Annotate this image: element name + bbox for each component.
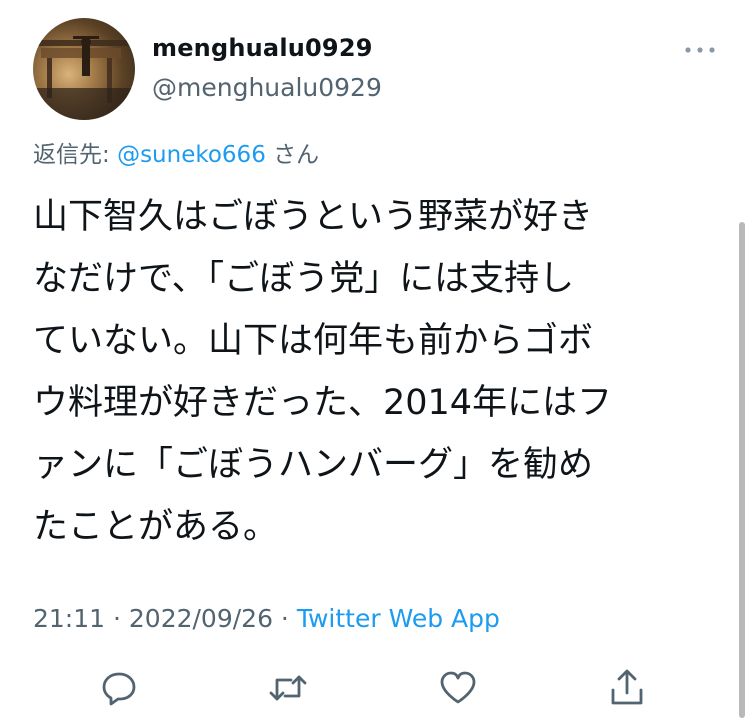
display-name[interactable]: menghualu0929	[152, 34, 373, 62]
avatar-photo-icon	[33, 36, 135, 120]
reply-to-prefix: 返信先:	[33, 142, 118, 168]
tweet-time: 21:11	[33, 604, 106, 633]
more-icon	[685, 47, 715, 53]
retweet-button[interactable]	[268, 668, 308, 708]
avatar[interactable]	[33, 18, 135, 120]
meta-separator-2: ·	[272, 604, 297, 633]
meta-separator: ·	[105, 604, 129, 633]
divider	[0, 658, 750, 659]
retweet-icon	[269, 675, 307, 701]
more-button[interactable]	[683, 38, 717, 62]
tweet-meta: 21:11 · 2022/09/26 · Twitter Web App	[33, 604, 500, 633]
reply-button[interactable]	[99, 668, 139, 708]
share-icon	[611, 669, 643, 705]
reply-to-line: 返信先: @suneko666 さん	[33, 135, 319, 169]
reply-to-mention[interactable]: @suneko666	[117, 142, 266, 168]
tweet-source-link[interactable]: Twitter Web App	[297, 604, 500, 633]
reply-icon	[102, 672, 136, 706]
share-button[interactable]	[607, 668, 647, 708]
tweet-text: 山下智久はごぼうという野菜が好き なだけで、「ごぼう党」には支持し ていない。山…	[33, 197, 613, 547]
tweet-date: 2022/09/26	[128, 604, 273, 633]
like-button[interactable]	[438, 668, 478, 708]
handle[interactable]: @menghualu0929	[152, 73, 382, 102]
scrollbar[interactable]	[739, 222, 745, 718]
like-icon	[440, 671, 476, 704]
reply-to-suffix: さん	[265, 142, 320, 168]
